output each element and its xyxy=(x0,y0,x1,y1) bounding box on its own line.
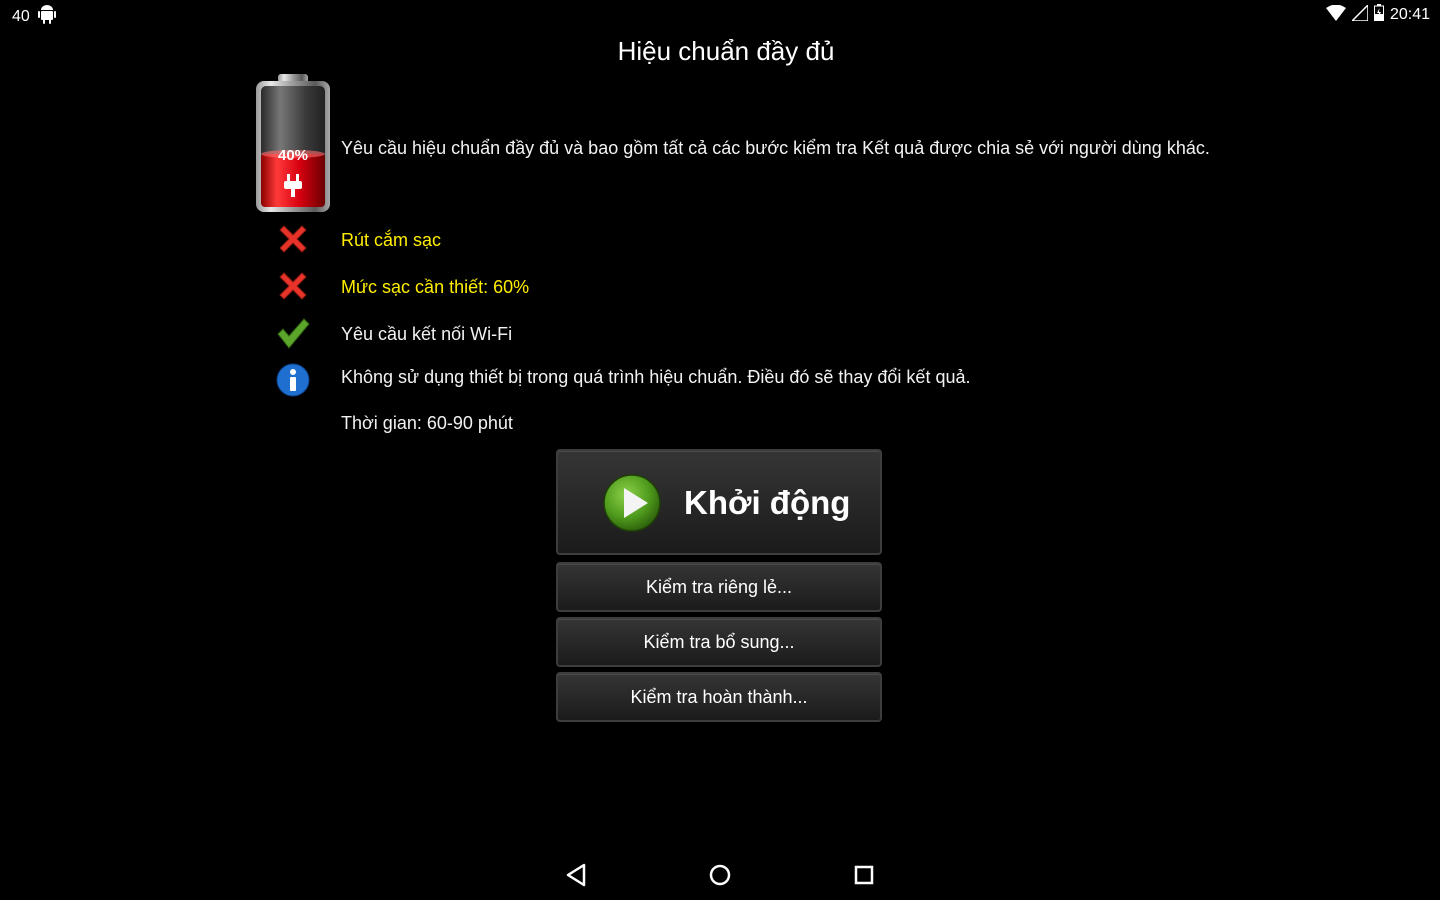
screen: 40 20:41 Hiệu chuẩn đầy đủ 40% Yêu cầu h… xyxy=(0,0,1440,900)
info-icon xyxy=(276,363,310,397)
battery-graphic: 40% xyxy=(254,74,332,214)
red-x-icon xyxy=(276,269,310,303)
recents-icon[interactable] xyxy=(849,860,879,890)
requirement-charge-level: Mức sạc cần thiết: 60% xyxy=(0,269,1000,309)
description: Yêu cầu hiệu chuẩn đầy đủ và bao gồm tất… xyxy=(341,138,1210,158)
navigation-bar xyxy=(0,848,1440,900)
battery-charging-icon xyxy=(1373,4,1384,26)
start-button-label: Khởi động xyxy=(684,484,851,521)
notification-count: 40 xyxy=(12,7,30,25)
page-title: Hiệu chuẩn đầy đủ xyxy=(617,36,835,66)
battery-percent-label: 40% xyxy=(278,147,308,164)
additional-tests-button[interactable]: Kiểm tra bổ sung... xyxy=(556,617,882,667)
individual-tests-button[interactable]: Kiểm tra riêng lẻ... xyxy=(556,562,882,612)
status-bar-right: 20:41 xyxy=(1325,2,1430,26)
requirement-wifi: Yêu cầu kết nối Wi-Fi xyxy=(0,316,1000,356)
complete-tests-button[interactable]: Kiểm tra hoàn thành... xyxy=(556,672,882,722)
requirement-text: Không sử dụng thiết bị trong quá trình h… xyxy=(341,367,971,387)
duration-text: Thời gian: 60-90 phút xyxy=(341,413,513,433)
signal-icon xyxy=(1350,2,1369,26)
status-bar: 40 20:41 xyxy=(0,0,1440,28)
requirement-text: Mức sạc cần thiết: 60% xyxy=(341,277,530,297)
requirement-text: Rút cắm sạc xyxy=(341,230,442,250)
red-x-icon xyxy=(276,222,310,256)
wifi-icon xyxy=(1325,4,1346,26)
status-bar-left: 40 xyxy=(12,4,56,29)
requirement-unplug: Rút cắm sạc xyxy=(0,222,1000,262)
requirement-info: Không sử dụng thiết bị trong quá trình h… xyxy=(0,363,1000,403)
android-icon xyxy=(37,4,56,29)
start-button[interactable]: Khởi động xyxy=(556,449,882,555)
requirement-text: Yêu cầu kết nối Wi-Fi xyxy=(341,324,513,344)
home-icon[interactable] xyxy=(705,860,735,890)
clock: 20:41 xyxy=(1389,6,1430,23)
green-check-icon xyxy=(276,316,310,350)
back-icon[interactable] xyxy=(562,860,592,890)
play-icon xyxy=(602,473,662,533)
